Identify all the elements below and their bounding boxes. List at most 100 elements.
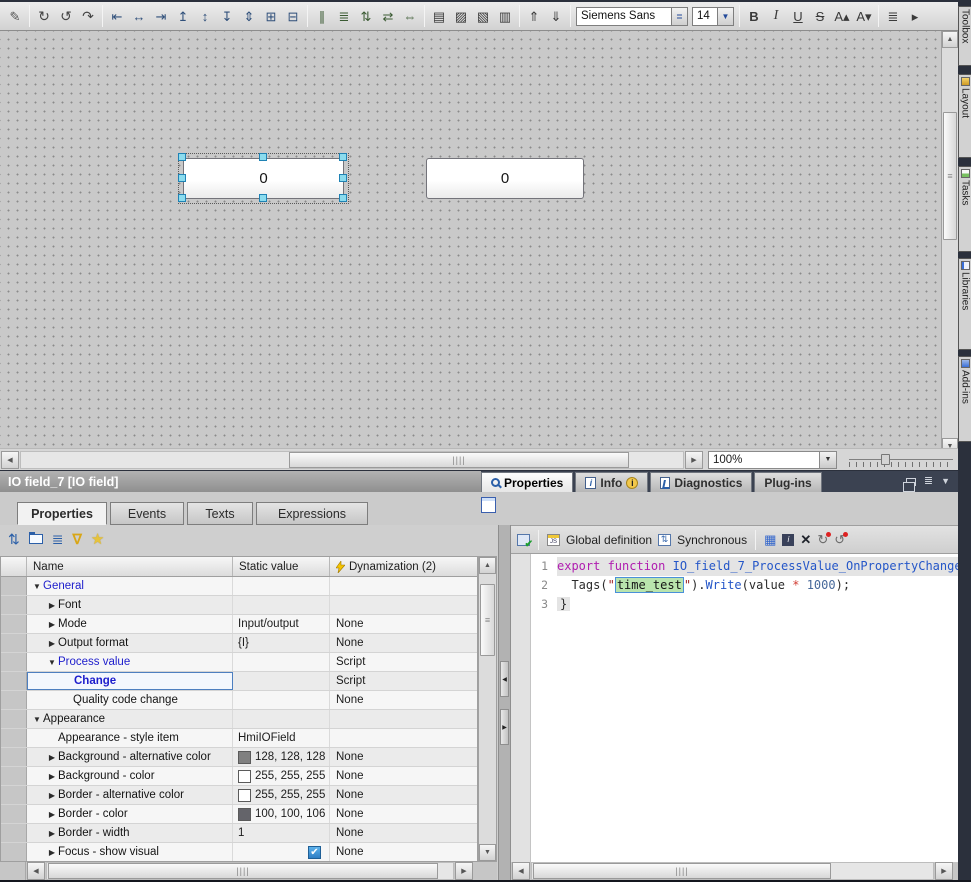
collapse-icon[interactable]: ▼ — [941, 477, 950, 486]
table-row[interactable]: ▶Border - alternative color255, 255, 255… — [1, 786, 477, 805]
text-align-icon[interactable]: ≣ — [882, 5, 904, 27]
selection-handle[interactable] — [178, 153, 186, 161]
send-to-back-icon[interactable]: ▨ — [450, 5, 472, 27]
tab-info[interactable]: i Info i — [575, 472, 648, 492]
row-name-cell[interactable]: Appearance - style item — [27, 729, 233, 747]
static-value-cell[interactable] — [233, 672, 330, 690]
table-row[interactable]: ▼Process value Script — [1, 653, 477, 672]
collapse-arrow-icon[interactable]: ▶ — [46, 620, 58, 629]
reset-script-icon[interactable]: ↻ — [817, 533, 828, 546]
table-row[interactable]: ▶Font — [1, 596, 477, 615]
scroll-thumb[interactable]: |||| — [533, 863, 831, 879]
collapse-arrow-icon[interactable]: ▶ — [46, 639, 58, 648]
font-family-list-icon[interactable]: ≣ — [672, 7, 688, 26]
collapse-right-icon[interactable]: ▶ — [500, 709, 509, 745]
row-selector[interactable] — [1, 634, 27, 652]
row-name-cell[interactable]: ▼Process value — [27, 653, 233, 671]
table-row[interactable]: ▶Focus - show visual ✔ None — [1, 843, 477, 862]
checkbox-checked-icon[interactable]: ✔ — [308, 846, 321, 859]
row-selector[interactable] — [1, 672, 27, 690]
tab-texts-view[interactable]: Texts — [187, 502, 253, 525]
table-row[interactable]: ChangeScript — [1, 672, 477, 691]
synchronous-label[interactable]: Synchronous — [677, 533, 747, 547]
align-center-horizontal-icon[interactable]: ↔ — [128, 5, 150, 27]
table-row[interactable]: ▼Appearance — [1, 710, 477, 729]
selection-handle[interactable] — [178, 174, 186, 182]
row-name-cell[interactable]: ▶Border - width — [27, 824, 233, 842]
row-selector[interactable] — [1, 824, 27, 842]
scroll-thumb[interactable]: |||| — [289, 452, 629, 468]
favorites-star-icon[interactable]: ★ — [91, 530, 104, 548]
tab-events-view[interactable]: Events — [110, 502, 184, 525]
table-vertical-scrollbar[interactable]: ▲ ≡ ▼ — [478, 556, 497, 862]
expand-arrow-icon[interactable]: ▼ — [31, 582, 43, 591]
expand-arrow-icon[interactable]: ▼ — [46, 658, 58, 667]
code-line[interactable]: 3} — [531, 595, 958, 614]
scroll-right-icon[interactable]: ▶ — [685, 451, 703, 469]
global-definition-label[interactable]: Global definition — [566, 533, 652, 547]
scroll-track[interactable]: |||| — [46, 862, 454, 880]
static-value-cell[interactable] — [233, 653, 330, 671]
tab-expressions-view[interactable]: Expressions — [256, 502, 368, 525]
move-layer-down-icon[interactable]: ⇓ — [545, 5, 567, 27]
underline-button[interactable]: U — [787, 5, 809, 27]
bring-forward-icon[interactable]: ▧ — [472, 5, 494, 27]
expand-arrow-icon[interactable]: ▼ — [31, 715, 43, 724]
dynamization-cell[interactable]: None — [330, 691, 477, 709]
slider-handle[interactable] — [881, 454, 890, 465]
code-lines[interactable]: 1export function IO_field_7_ProcessValue… — [531, 554, 958, 862]
align-left-icon[interactable]: ⇤ — [106, 5, 128, 27]
table-row[interactable]: ▶Border - color100, 100, 106None — [1, 805, 477, 824]
static-value-cell[interactable] — [233, 596, 330, 614]
static-value-column-header[interactable]: Static value — [233, 557, 330, 576]
table-row[interactable]: ▶Background - color255, 255, 255None — [1, 767, 477, 786]
selection-handle[interactable] — [339, 194, 347, 202]
collapse-arrow-icon[interactable]: ▶ — [46, 848, 58, 857]
screen-canvas[interactable]: 0 0 — [0, 31, 941, 448]
row-name-cell[interactable]: ▶Output format — [27, 634, 233, 652]
dynamization-cell[interactable]: Script — [330, 653, 477, 671]
font-size-input[interactable]: 14 — [692, 7, 718, 26]
scroll-up-icon[interactable]: ▲ — [479, 557, 496, 574]
canvas-vertical-scrollbar[interactable]: ▲ ≡ ▼ — [941, 31, 958, 455]
system-functions-icon[interactable]: i — [782, 534, 794, 546]
row-name-cell[interactable]: Change — [27, 672, 233, 690]
dynamization-cell[interactable]: None — [330, 843, 477, 861]
align-bottom-icon[interactable]: ↧ — [216, 5, 238, 27]
row-selector[interactable] — [1, 691, 27, 709]
center-horizontal-area-icon[interactable]: ⊞ — [260, 5, 282, 27]
row-selector[interactable] — [1, 748, 27, 766]
bring-to-front-icon[interactable]: ▤ — [428, 5, 450, 27]
italic-button[interactable]: I — [765, 5, 787, 27]
io-field-selected[interactable]: 0 — [183, 158, 344, 199]
static-value-cell[interactable]: {I} — [233, 634, 330, 652]
validate-script-icon[interactable] — [517, 534, 530, 546]
snippets-icon[interactable]: ▦ — [764, 533, 776, 546]
scroll-thumb[interactable]: |||| — [48, 863, 438, 879]
align-top-icon[interactable]: ↥ — [172, 5, 194, 27]
format-painter-icon[interactable]: ✎ — [4, 5, 26, 27]
row-name-cell[interactable]: Quality code change — [27, 691, 233, 709]
canvas-horizontal-scrollbar[interactable]: |||| — [20, 451, 684, 469]
rotate-counterclockwise-icon[interactable]: ↺ — [55, 5, 77, 27]
static-value-cell[interactable]: 255, 255, 255 — [233, 786, 330, 804]
row-name-cell[interactable]: ▶Border - color — [27, 805, 233, 823]
move-layer-up-icon[interactable]: ⇑ — [523, 5, 545, 27]
row-name-cell[interactable]: ▶Focus - show visual — [27, 843, 233, 861]
side-tab-libraries[interactable]: Libraries — [958, 258, 971, 350]
selection-handle[interactable] — [339, 153, 347, 161]
row-name-cell[interactable]: ▶Font — [27, 596, 233, 614]
font-size-combo[interactable]: 14 ▼ — [692, 7, 734, 26]
selection-handle[interactable] — [178, 194, 186, 202]
table-row[interactable]: ▶Background - alternative color128, 128,… — [1, 748, 477, 767]
selection-handle[interactable] — [259, 153, 267, 161]
align-middle-icon[interactable]: ↕ — [194, 5, 216, 27]
increase-font-icon[interactable]: A▴ — [831, 5, 853, 27]
dynamization-cell[interactable]: None — [330, 634, 477, 652]
align-right-icon[interactable]: ⇥ — [150, 5, 172, 27]
filter-funnel-icon[interactable]: ∇ — [72, 532, 81, 546]
color-swatch[interactable] — [238, 751, 251, 764]
dynamization-cell[interactable] — [330, 577, 477, 595]
scroll-down-icon[interactable]: ▼ — [479, 844, 496, 861]
distribute-horizontal-icon[interactable]: ∥ — [311, 5, 333, 27]
